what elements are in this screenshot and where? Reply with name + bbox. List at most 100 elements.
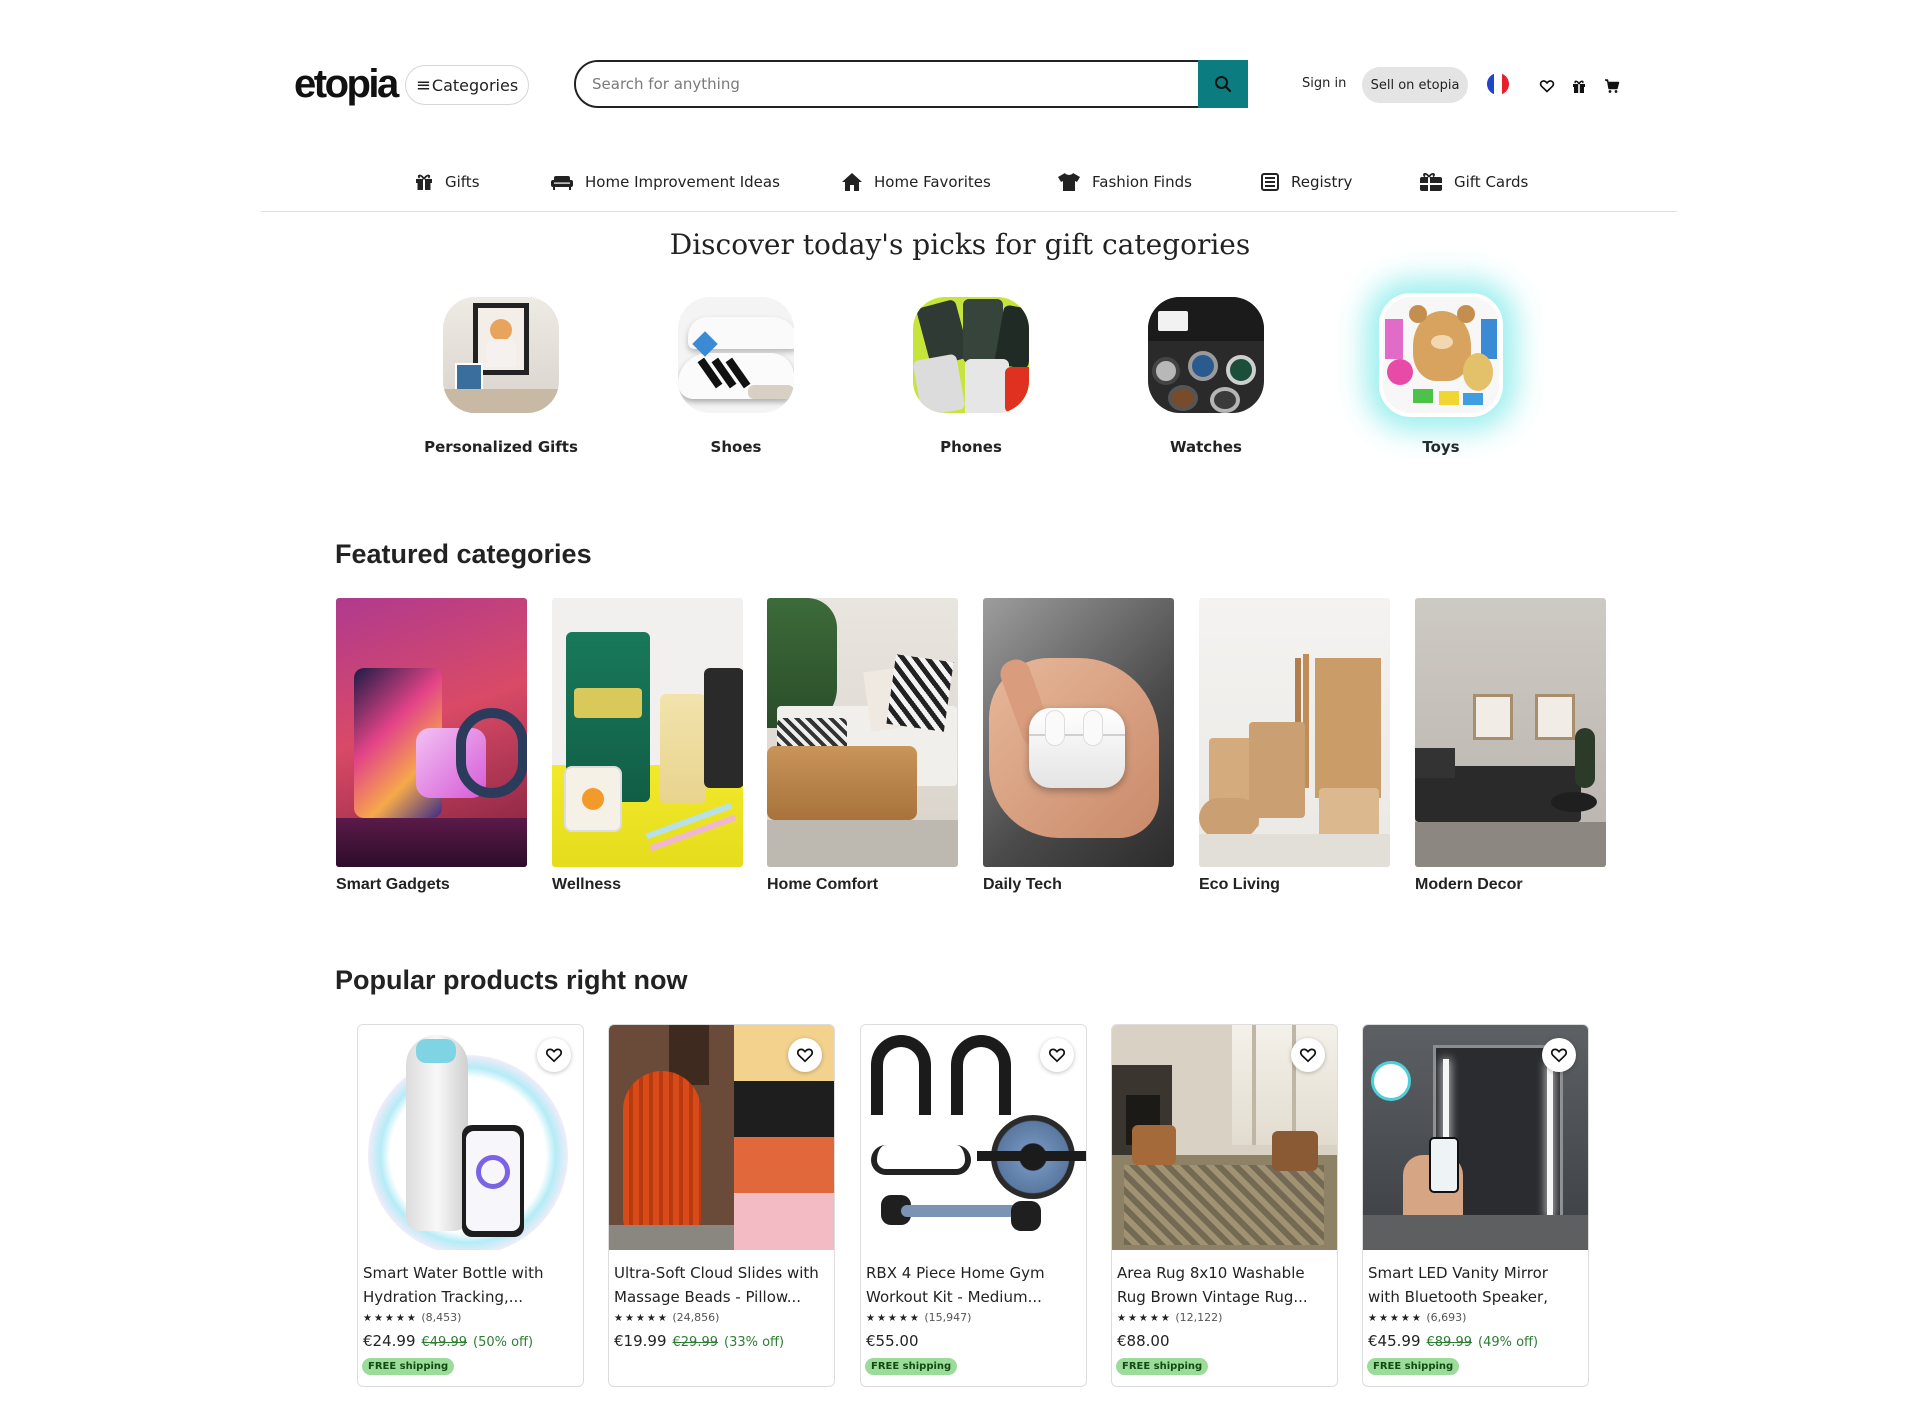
nav-item-fashion-finds[interactable]: Fashion Finds [1057,172,1192,192]
review-count: (24,856) [672,1311,720,1324]
pick-label: Personalized Gifts [424,438,578,456]
nav-item-registry[interactable]: Registry [1260,172,1352,192]
product-rating: ★★★★★ (12,122) [1117,1311,1332,1324]
featured-title: Featured categories [335,539,592,569]
heart-icon[interactable] [1539,78,1555,94]
discover-title: Discover today's picks for gift categori… [669,228,1251,261]
search-bar [574,60,1246,108]
featured-label: Smart Gadgets [336,876,450,893]
nav-item-label: Home Favorites [874,173,991,191]
favorite-button[interactable] [537,1038,571,1072]
product-card[interactable]: Smart LED Vanity Mirror with Bluetooth S… [1362,1024,1589,1387]
search-icon [1215,76,1232,93]
search-button[interactable] [1198,60,1248,108]
categories-button[interactable]: ≡ Categories [405,65,529,105]
rating-stars: ★★★★★ [866,1313,921,1324]
discount: (49% off) [1478,1335,1539,1350]
nav-item-home-improvement[interactable]: Home Improvement Ideas [550,172,780,192]
featured-home-comfort[interactable]: Home Comfort [767,598,958,894]
france-flag-icon[interactable] [1487,73,1509,95]
nav-item-gift-cards[interactable]: Gift Cards [1419,172,1528,192]
rating-stars: ★★★★★ [614,1313,669,1324]
sofa-icon [551,176,573,190]
pick-image [1148,297,1264,413]
pick-label: Watches [1170,438,1242,456]
sell-button[interactable]: Sell on etopia [1362,67,1468,103]
product-price-row: €24.99 €49.99 (50% off) [363,1332,578,1350]
featured-eco-living[interactable]: Eco Living [1199,598,1390,894]
pick-phones[interactable]: Phones [891,297,1051,456]
nav-item-label: Fashion Finds [1092,173,1192,191]
free-shipping-badge: FREE shipping [865,1358,958,1375]
nav-item-gifts[interactable]: Gifts [414,172,480,192]
pick-watches[interactable]: Watches [1126,297,1286,456]
featured-image [983,598,1174,867]
review-count: (6,693) [1426,1311,1467,1324]
product-price-row: €55.00 [866,1332,1081,1350]
heart-icon [796,1048,814,1063]
product-price-row: €45.99 €89.99 (49% off) [1368,1332,1583,1350]
featured-label: Eco Living [1199,876,1280,893]
product-title: RBX 4 Piece Home Gym Workout Kit - Mediu… [866,1264,1045,1306]
sign-in-link[interactable]: Sign in [1302,76,1346,91]
featured-label: Daily Tech [983,876,1062,893]
category-nav: Gifts Home Improvement Ideas Home Favori… [261,162,1677,212]
discount: (33% off) [724,1335,785,1350]
site-header: etopia ≡ Categories Sign in Sell on etop… [0,58,1920,110]
featured-wellness[interactable]: Wellness [552,598,743,894]
product-card[interactable]: RBX 4 Piece Home Gym Workout Kit - Mediu… [860,1024,1087,1387]
nav-item-label: Registry [1291,173,1353,191]
product-card[interactable]: Area Rug 8x10 Washable Rug Brown Vintage… [1111,1024,1338,1387]
product-rating: ★★★★★ (8,453) [363,1311,578,1324]
featured-modern-decor[interactable]: Modern Decor [1415,598,1606,894]
nav-item-label: Home Improvement Ideas [585,173,780,191]
free-shipping-badge: FREE shipping [362,1358,455,1375]
review-count: (8,453) [421,1311,462,1324]
featured-smart-gadgets[interactable]: Smart Gadgets [336,598,527,894]
product-title: Smart LED Vanity Mirror with Bluetooth S… [1368,1264,1548,1306]
pick-toys[interactable]: Toys [1361,293,1521,456]
menu-icon: ≡ [415,74,431,96]
pick-image [1379,293,1503,417]
product-price-row: €19.99 €29.99 (33% off) [614,1332,829,1350]
nav-item-home-favorites[interactable]: Home Favorites [841,172,991,192]
featured-label: Modern Decor [1415,876,1523,893]
search-input[interactable] [576,62,1244,106]
product-card[interactable]: Smart Water Bottle with Hydration Tracki… [357,1024,584,1387]
favorite-button[interactable] [1542,1038,1576,1072]
featured-image [1199,598,1390,867]
registry-icon [1261,173,1279,191]
product-card[interactable]: Ultra-Soft Cloud Slides with Massage Bea… [608,1024,835,1387]
featured-image [336,598,527,867]
review-count: (12,122) [1175,1311,1223,1324]
price: €24.99 [363,1332,416,1350]
product-price-row: €88.00 [1117,1332,1332,1350]
pick-personalized-gifts[interactable]: Personalized Gifts [421,297,581,456]
product-title: Area Rug 8x10 Washable Rug Brown Vintage… [1117,1264,1308,1306]
nav-item-label: Gift Cards [1454,173,1529,191]
original-price: €29.99 [672,1335,719,1350]
product-title: Smart Water Bottle with Hydration Tracki… [363,1264,544,1306]
gift-icon [416,174,432,190]
gift-icon[interactable] [1571,78,1587,94]
favorite-button[interactable] [1040,1038,1074,1072]
heart-icon [545,1048,563,1063]
heart-icon [1550,1048,1568,1063]
free-shipping-badge: FREE shipping [1116,1358,1209,1375]
pick-label: Toys [1422,438,1460,456]
product-rating: ★★★★★ (6,693) [1368,1311,1583,1324]
favorite-button[interactable] [788,1038,822,1072]
featured-image [767,598,958,867]
featured-image [1415,598,1606,867]
cart-icon[interactable] [1604,78,1620,94]
featured-daily-tech[interactable]: Daily Tech [983,598,1174,894]
product-title: Ultra-Soft Cloud Slides with Massage Bea… [614,1264,819,1306]
pick-image [678,297,794,413]
original-price: €49.99 [421,1335,468,1350]
heart-icon [1299,1048,1317,1063]
featured-image [552,598,743,867]
logo[interactable]: etopia [294,62,399,107]
home-icon [842,173,862,191]
pick-shoes[interactable]: Shoes [656,297,816,456]
favorite-button[interactable] [1291,1038,1325,1072]
